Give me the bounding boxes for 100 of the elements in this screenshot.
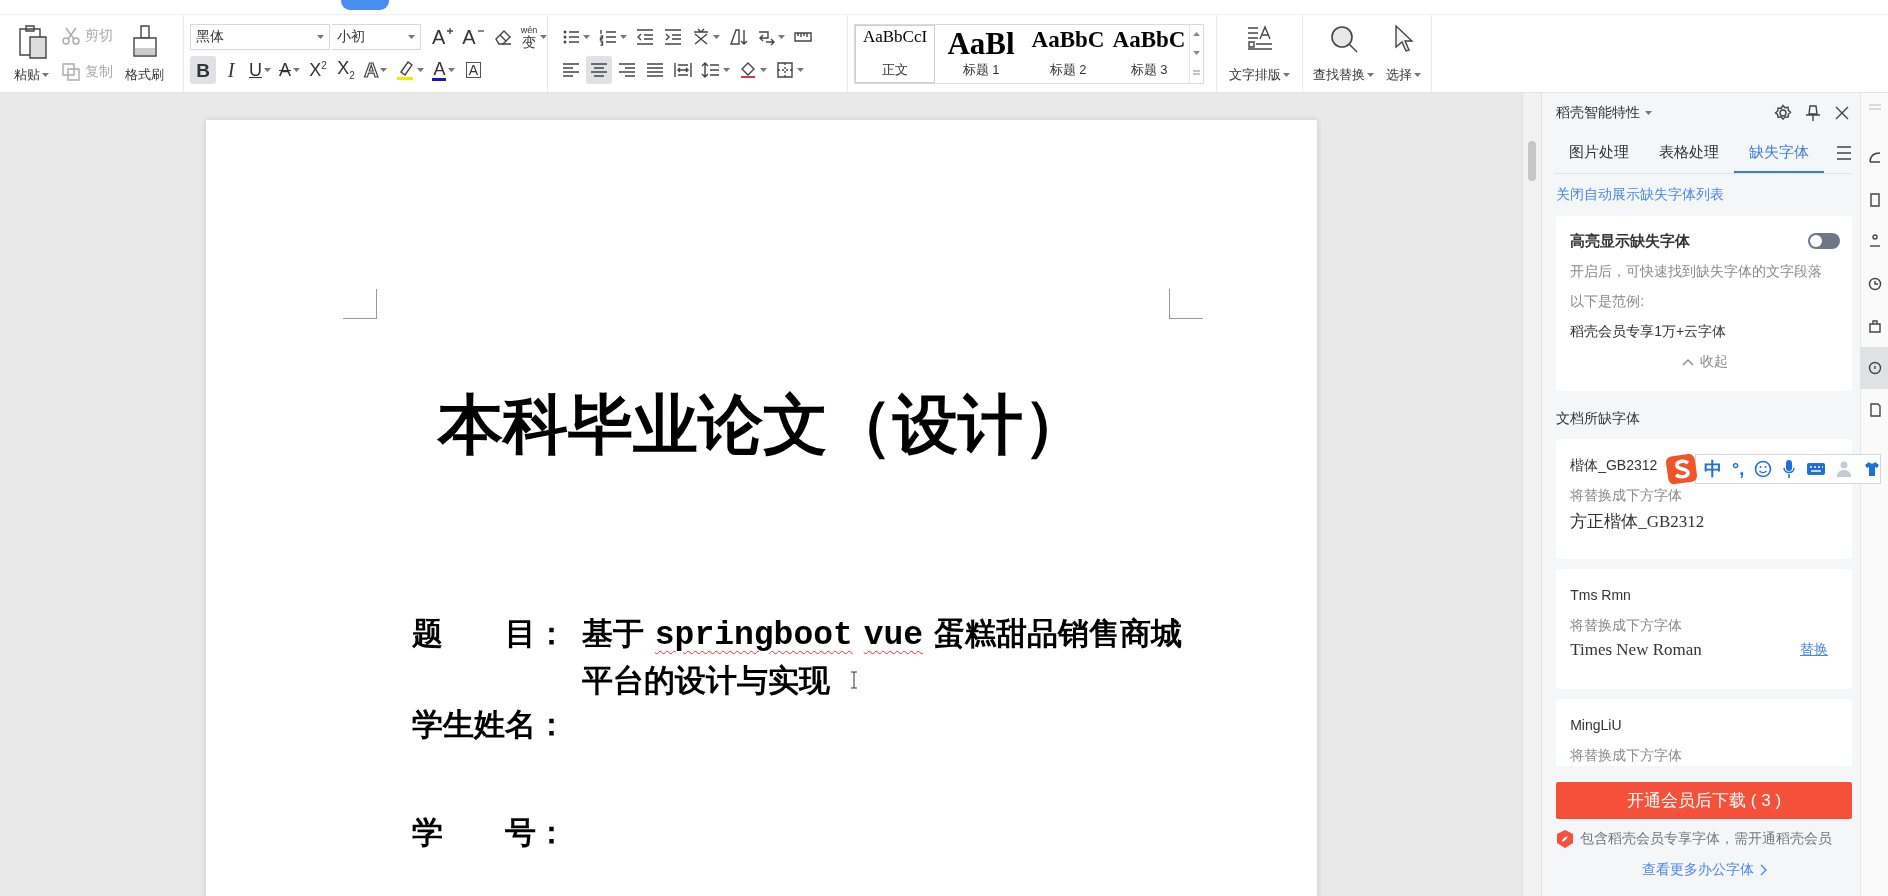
eraser-icon <box>492 27 513 47</box>
shapes-icon <box>1867 150 1882 166</box>
asian-layout-icon <box>691 27 711 47</box>
text-effect-button[interactable]: A <box>361 56 391 84</box>
underline-button[interactable]: U <box>246 56 274 84</box>
decrease-indent-icon <box>635 27 655 47</box>
smiley-icon <box>1754 460 1773 478</box>
microphone-icon <box>1782 459 1797 479</box>
margin-corner-mark <box>1169 289 1203 319</box>
grow-font-button[interactable]: A <box>429 23 458 51</box>
style-option[interactable]: AaBbC 标题 2 <box>1027 24 1109 83</box>
margin-corner-mark <box>343 289 377 319</box>
style-preview: AaBbC <box>1031 27 1105 51</box>
font-name-dropdown[interactable]: 黑体 <box>190 24 330 50</box>
superscript-button[interactable]: X$^{2}$ <box>305 56 331 84</box>
justify-icon <box>645 60 665 80</box>
field-label: 学生姓名： <box>412 705 568 744</box>
notice-text: 包含稻壳会员专享字体，需开通稻壳会员 <box>1580 830 1833 848</box>
hint-text: 将替换成下方字体 <box>1570 747 1683 763</box>
format-painter-button[interactable]: 格式刷 <box>121 21 168 86</box>
shield-icon <box>1556 829 1575 849</box>
paste-button[interactable]: 粘贴 <box>10 21 53 86</box>
text-cursor-icon <box>850 671 858 689</box>
hint-text: 将替换成下方字体 <box>1570 617 1683 633</box>
side-tool-button[interactable] <box>1860 347 1888 389</box>
input-mode-toggle[interactable]: 中 <box>1704 457 1722 481</box>
character-border-button[interactable]: A <box>460 56 487 84</box>
caret-icon <box>380 68 388 72</box>
scrollbar-thumb[interactable] <box>1528 141 1537 181</box>
shading-icon <box>738 60 758 80</box>
caret-icon <box>1645 111 1653 115</box>
shirt-icon <box>1864 461 1881 477</box>
caret-icon <box>42 72 49 77</box>
card-title: 高亮显示缺失字体 <box>1570 231 1691 251</box>
style-option[interactable]: AaBl 标题 1 <box>935 24 1027 83</box>
plus-icon <box>445 27 455 35</box>
menu-icon <box>1836 146 1853 160</box>
find-replace-button[interactable]: 查找替换 <box>1309 21 1378 86</box>
chevron-up-icon <box>1682 358 1695 366</box>
missing-font-name: MingLiU <box>1570 717 1622 733</box>
caret-icon <box>408 35 415 39</box>
caret-icon <box>417 68 425 72</box>
handle-icon <box>1867 103 1882 111</box>
scissors-icon <box>61 25 81 46</box>
bold-button[interactable]: B <box>190 56 216 84</box>
replacement-font: 方正楷体_GB2312 <box>1570 511 1705 533</box>
section-title: 文档所缺字体 <box>1556 410 1641 428</box>
copy-icon <box>61 61 81 82</box>
subscript-button[interactable]: X$_{2}$ <box>333 56 359 84</box>
frame-icon <box>1867 192 1882 208</box>
panel-tab[interactable]: 表格处理 <box>1644 133 1735 173</box>
caret-icon <box>1414 72 1421 77</box>
caret-icon <box>760 68 767 72</box>
nodes-icon <box>1867 234 1882 250</box>
caret-icon <box>713 35 720 39</box>
example-text: 稻壳会员专享1万+云字体 <box>1570 322 1728 341</box>
style-option[interactable]: AaBbC 标题 3 <box>1109 24 1189 83</box>
field-value: 基于 springboot vue 蛋糕甜品销售商城 <box>582 614 1182 656</box>
select-button[interactable]: 选择 <box>1382 21 1425 86</box>
replace-link[interactable]: 替换 <box>1800 641 1828 659</box>
close-icon <box>1834 105 1850 121</box>
panel-tab[interactable]: 图片处理 <box>1554 133 1645 173</box>
caret-icon <box>293 68 300 72</box>
sort-icon <box>728 27 748 47</box>
search-icon <box>1328 23 1359 54</box>
shrink-font-button[interactable]: A <box>459 23 488 51</box>
style-option[interactable]: AaBbCcI 正文 <box>855 24 935 83</box>
caret-icon <box>620 35 627 39</box>
increase-indent-icon <box>663 27 683 47</box>
strikethrough-button[interactable]: A <box>276 56 303 84</box>
highlighter-icon <box>395 59 416 81</box>
bag-icon <box>1867 318 1882 334</box>
align-center-button[interactable] <box>586 56 612 84</box>
punctuation-toggle[interactable]: °, <box>1732 458 1745 480</box>
text-layout-button[interactable]: 文字排版 <box>1225 21 1294 86</box>
field-label: 题 目： <box>412 614 568 653</box>
auto-show-link[interactable]: 关闭自动展示缺失字体列表 <box>1556 186 1725 204</box>
caret-icon <box>540 35 548 39</box>
font-size-dropdown[interactable]: 小初 <box>332 24 421 50</box>
collapse-button[interactable]: 收起 <box>1570 352 1840 372</box>
chevron-right-icon <box>1759 864 1767 876</box>
caret-icon <box>723 68 730 72</box>
align-left-icon <box>561 60 581 80</box>
settings-icon <box>1774 104 1792 122</box>
italic-button[interactable]: I <box>218 56 244 84</box>
font-color-button[interactable]: A <box>429 56 459 84</box>
panel-tab[interactable]: 缺失字体 <box>1734 133 1825 173</box>
numbered-list-icon <box>598 27 618 47</box>
example-label: 以下是范例: <box>1570 292 1646 311</box>
toggle-switch[interactable] <box>1808 233 1840 249</box>
caret-icon <box>264 68 271 72</box>
caret-icon <box>448 68 456 72</box>
panel-title-dropdown[interactable]: 稻壳智能特性 <box>1556 104 1762 122</box>
field-label: 学 号： <box>412 813 568 852</box>
document-title: 本科毕业论文（设计） <box>438 388 1088 463</box>
borders-icon <box>775 60 795 80</box>
circle-icon <box>1867 360 1882 376</box>
caret-icon <box>797 68 804 72</box>
caret-icon <box>1367 72 1374 77</box>
phonetic-guide-button[interactable]: wén 变 <box>517 23 551 51</box>
